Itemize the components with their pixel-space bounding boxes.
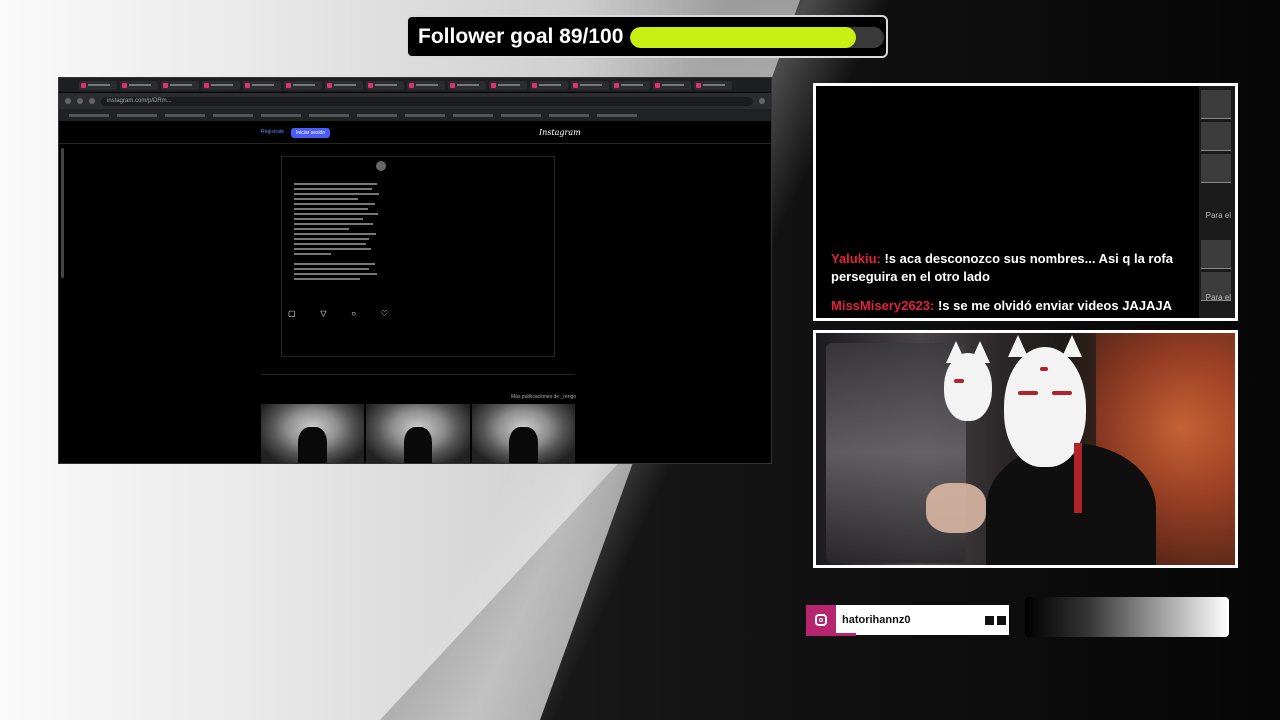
instagram-handle-badge: hatorihannz0	[806, 605, 1009, 635]
post-caption	[294, 183, 386, 283]
browser-tab[interactable]	[694, 80, 732, 90]
back-icon[interactable]	[65, 98, 71, 104]
chat-text: !s aca desconozco sus nombres... Asi q l…	[831, 251, 1173, 284]
browser-tab[interactable]	[366, 80, 404, 90]
page-scrollbar[interactable]	[61, 148, 64, 278]
chat-sidebar: Para el Para el	[1199, 86, 1235, 318]
address-bar[interactable]: instagram.com/p/DRm...	[101, 96, 753, 106]
post-thumbnail[interactable]	[366, 404, 470, 463]
follower-goal-widget: Follower goal 89/100	[406, 15, 888, 58]
follower-goal-label: Follower goal 89/100	[418, 24, 624, 48]
chat-messages: Yalukiu: !s aca desconozco sus nombres..…	[831, 250, 1176, 318]
chat-side-label: Para el	[1205, 211, 1231, 220]
handle-accent-line	[806, 633, 856, 636]
more-posts-heading: Más publicaciones de _rengo	[511, 394, 577, 400]
instagram-logo[interactable]: Instagram	[539, 128, 581, 137]
bookmarks-bar	[59, 109, 771, 121]
mask-tassel	[1074, 443, 1082, 513]
instagram-icon	[806, 605, 836, 635]
comment-icon[interactable]: ○	[351, 309, 356, 318]
browser-tab[interactable]	[407, 80, 445, 90]
forward-icon[interactable]	[77, 98, 83, 104]
chat-side-slot	[1201, 90, 1231, 119]
instagram-post: ▢ ▽ ○ ♡	[281, 156, 555, 357]
gradient-panel	[1025, 597, 1229, 637]
decor-square	[985, 615, 994, 625]
browser-tab[interactable]	[653, 80, 691, 90]
signup-link[interactable]: Regístrate	[261, 129, 284, 135]
browser-tab[interactable]	[161, 80, 199, 90]
browser-tab[interactable]	[79, 80, 117, 90]
browser-tab[interactable]	[530, 80, 568, 90]
chat-username: MissMisery2623:	[831, 298, 935, 313]
browser-tab[interactable]	[202, 80, 240, 90]
avatar[interactable]	[376, 161, 386, 171]
chat-username: Yalukiu:	[831, 251, 881, 266]
decor-square	[997, 615, 1006, 625]
post-thumbnail[interactable]	[471, 404, 575, 463]
browser-tab[interactable]	[120, 80, 158, 90]
browser-tab-strip[interactable]	[59, 78, 771, 92]
chat-text: !s se me olvidó enviar videos JAJAJA	[934, 298, 1173, 313]
webcam-hand	[926, 483, 986, 533]
follower-goal-progress-bar	[630, 27, 884, 48]
browser-tab[interactable]	[448, 80, 486, 90]
bookmark-icon[interactable]: ▢	[288, 309, 296, 318]
kitsune-mask-small	[944, 341, 992, 421]
chat-side-slot	[1201, 154, 1231, 183]
chat-side-label: Para el	[1205, 293, 1231, 302]
browser-tab[interactable]	[571, 80, 609, 90]
browser-tab[interactable]	[284, 80, 322, 90]
browser-tab[interactable]	[325, 80, 363, 90]
profile-icon[interactable]	[759, 98, 765, 104]
chat-box: Para el Para el Yalukiu: !s aca desconoz…	[813, 83, 1238, 321]
instagram-handle: hatorihannz0	[842, 614, 911, 626]
divider	[261, 374, 575, 375]
chat-message: MissMisery2623: !s se me olvidó enviar v…	[831, 297, 1176, 315]
browser-toolbar: instagram.com/p/DRm...	[59, 93, 771, 109]
browser-tab[interactable]	[243, 80, 281, 90]
more-posts-grid	[261, 404, 575, 463]
reload-icon[interactable]	[89, 98, 95, 104]
heart-icon[interactable]: ♡	[381, 309, 388, 318]
follower-goal-progress-fill	[630, 27, 857, 48]
browser-tab[interactable]	[612, 80, 650, 90]
webcam-person	[986, 443, 1156, 565]
browser-tab[interactable]	[489, 80, 527, 90]
instagram-header: Regístrate Iniciar sesión Instagram	[59, 122, 771, 144]
share-icon[interactable]: ▽	[320, 309, 326, 318]
chat-message: Yalukiu: !s aca desconozco sus nombres..…	[831, 250, 1176, 286]
post-thumbnail[interactable]	[261, 404, 365, 463]
post-comments-panel: ▢ ▽ ○ ♡	[282, 157, 394, 356]
browser-capture: instagram.com/p/DRm... Regístrate Inicia…	[58, 77, 772, 464]
login-button[interactable]: Iniciar sesión	[291, 128, 331, 138]
chat-side-slot	[1201, 122, 1231, 151]
post-actions: ▢ ▽ ○ ♡	[288, 309, 388, 318]
chat-side-slot	[1201, 240, 1231, 269]
webcam-feed	[813, 330, 1238, 568]
